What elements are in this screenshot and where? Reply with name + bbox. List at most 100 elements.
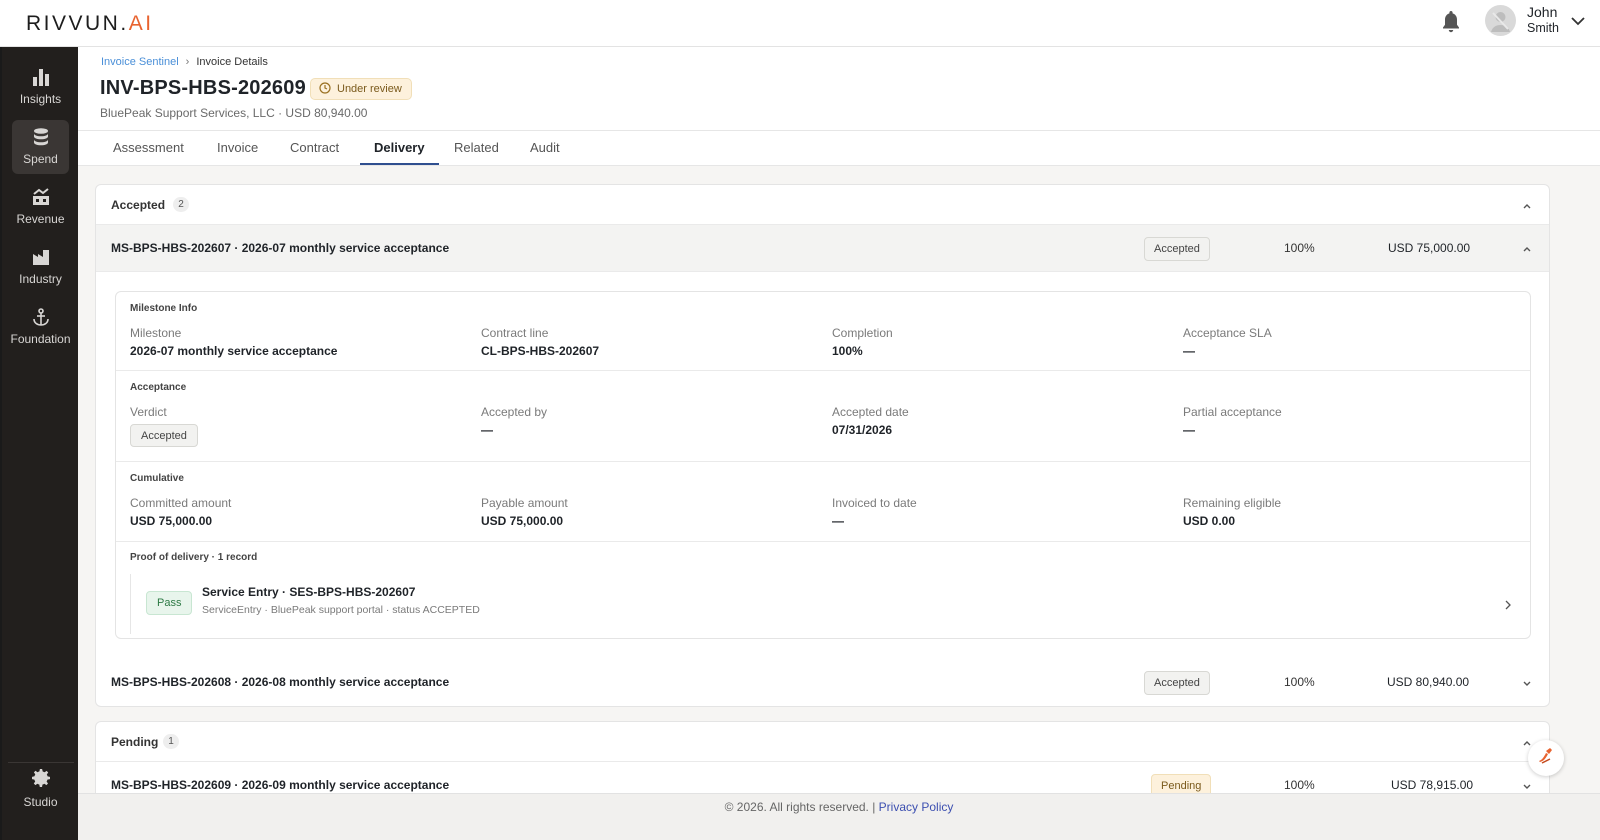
field-value: — bbox=[1183, 344, 1195, 358]
assistant-fab[interactable] bbox=[1528, 740, 1564, 776]
milestone-amount: USD 78,915.00 bbox=[1391, 778, 1474, 792]
field-verdict: Verdict Accepted bbox=[130, 405, 460, 447]
field-value: USD 75,000.00 bbox=[481, 514, 564, 528]
sidebar-item-revenue[interactable]: Revenue bbox=[12, 180, 69, 234]
user-last-name: Smith bbox=[1527, 21, 1559, 35]
proof-of-delivery-section: Proof of delivery · 1 record Pass Servic… bbox=[116, 542, 1530, 638]
field-payable-amount: Payable amount USD 75,000.00 bbox=[481, 496, 811, 528]
accepted-group: Accepted 2 MS-BPS-HBS-202607 · 2026-07 m… bbox=[95, 184, 1550, 707]
notification-bell-icon[interactable] bbox=[1439, 9, 1463, 35]
copyright-text: © 2026. All rights reserved. | bbox=[724, 800, 876, 814]
field-accepted-by: Accepted by — bbox=[481, 405, 811, 437]
privacy-policy-link[interactable]: Privacy Policy bbox=[879, 800, 954, 814]
field-value: — bbox=[1183, 423, 1195, 437]
count-badge: 2 bbox=[173, 197, 189, 212]
top-bar: RIVVUN.AI John Smith bbox=[0, 0, 1600, 47]
main-content: Invoice Sentinel › Invoice Details INV-B… bbox=[78, 47, 1600, 840]
status-badge: Accepted bbox=[1144, 237, 1210, 261]
milestone-amount: USD 80,940.00 bbox=[1387, 675, 1470, 689]
breadcrumb-link[interactable]: Invoice Sentinel bbox=[101, 56, 179, 68]
field-label: Invoiced to date bbox=[832, 496, 917, 510]
tab-contract[interactable]: Contract bbox=[290, 140, 339, 155]
field-label: Contract line bbox=[481, 326, 549, 340]
verdict-badge: Accepted bbox=[130, 424, 198, 447]
field-label: Verdict bbox=[130, 405, 167, 419]
clock-icon bbox=[319, 81, 331, 97]
field-value: USD 0.00 bbox=[1183, 514, 1236, 528]
tab-related[interactable]: Related bbox=[454, 140, 499, 155]
section-title: Milestone Info bbox=[130, 303, 198, 314]
chevron-up-icon[interactable] bbox=[1521, 199, 1533, 211]
acceptance-section: Acceptance Verdict Accepted Accepted by … bbox=[116, 371, 1530, 462]
footer-text: © 2026. All rights reserved. | Privacy P… bbox=[78, 800, 1600, 814]
user-name[interactable]: John Smith bbox=[1527, 4, 1559, 36]
proof-record[interactable]: Pass Service Entry · SES-BPS-HBS-202607 … bbox=[130, 574, 1516, 634]
field-value: 2026-07 monthly service acceptance bbox=[130, 344, 338, 358]
milestone-name: MS-BPS-HBS-202609 · 2026-09 monthly serv… bbox=[111, 778, 450, 792]
tab-invoice[interactable]: Invoice bbox=[217, 140, 258, 155]
chevron-down-icon[interactable] bbox=[1521, 779, 1533, 791]
field-label: Accepted by bbox=[481, 405, 548, 419]
count-badge: 1 bbox=[163, 734, 179, 749]
field-value: USD 75,000.00 bbox=[130, 514, 213, 528]
record-subtitle: ServiceEntry · BluePeak support portal ·… bbox=[202, 604, 480, 616]
record-title: Service Entry · SES-BPS-HBS-202607 bbox=[202, 585, 416, 599]
page-header: Invoice Sentinel › Invoice Details INV-B… bbox=[78, 47, 1600, 131]
tab-assessment[interactable]: Assessment bbox=[113, 140, 184, 155]
sidebar: Insights Spend Revenue Industry Foundati… bbox=[0, 47, 78, 840]
completion-percent: 100% bbox=[1284, 778, 1315, 792]
field-milestone: Milestone 2026-07 monthly service accept… bbox=[130, 326, 460, 358]
group-header[interactable]: Pending 1 bbox=[96, 722, 1549, 762]
page-title: INV-BPS-HBS-202609 bbox=[100, 77, 306, 99]
group-header[interactable]: Accepted 2 bbox=[96, 185, 1549, 225]
database-icon bbox=[30, 126, 52, 148]
completion-percent: 100% bbox=[1284, 241, 1315, 255]
tab-bar: Assessment Invoice Contract Delivery Rel… bbox=[78, 131, 1600, 166]
pass-badge: Pass bbox=[146, 591, 193, 615]
status-badge-label: Under review bbox=[337, 83, 402, 95]
field-partial-acceptance: Partial acceptance — bbox=[1183, 405, 1513, 437]
tab-audit[interactable]: Audit bbox=[530, 140, 560, 155]
chevron-down-icon[interactable] bbox=[1570, 14, 1586, 26]
milestone-row[interactable]: MS-BPS-HBS-202608 · 2026-08 monthly serv… bbox=[96, 659, 1549, 706]
gear-icon bbox=[28, 765, 54, 791]
active-tab-indicator bbox=[360, 163, 439, 165]
milestone-name: MS-BPS-HBS-202608 · 2026-08 monthly serv… bbox=[111, 675, 450, 689]
field-label: Partial acceptance bbox=[1183, 405, 1282, 419]
footer: © 2026. All rights reserved. | Privacy P… bbox=[78, 793, 1600, 840]
field-remaining-eligible: Remaining eligible USD 0.00 bbox=[1183, 496, 1513, 528]
field-contract-line: Contract line CL-BPS-HBS-202607 bbox=[481, 326, 811, 358]
page-subtitle: BluePeak Support Services, LLC · USD 80,… bbox=[100, 106, 368, 120]
cumulative-section: Cumulative Committed amount USD 75,000.0… bbox=[116, 462, 1530, 542]
chevron-up-icon[interactable] bbox=[1521, 242, 1533, 254]
field-value: — bbox=[481, 423, 493, 437]
section-title: Cumulative bbox=[130, 473, 184, 484]
chevron-down-icon[interactable] bbox=[1521, 676, 1533, 688]
field-label: Acceptance SLA bbox=[1183, 326, 1272, 340]
section-title: Proof of delivery · 1 record bbox=[130, 552, 258, 563]
sidebar-item-label: Spend bbox=[23, 152, 58, 166]
sidebar-item-foundation[interactable]: Foundation bbox=[10, 300, 71, 354]
avatar[interactable] bbox=[1485, 5, 1516, 36]
sidebar-item-label: Foundation bbox=[10, 332, 71, 346]
milestone-row[interactable]: MS-BPS-HBS-202607 · 2026-07 monthly serv… bbox=[96, 225, 1549, 272]
field-label: Milestone bbox=[130, 326, 182, 340]
field-value: — bbox=[832, 514, 844, 528]
breadcrumb-current: Invoice Details bbox=[196, 56, 268, 68]
field-committed-amount: Committed amount USD 75,000.00 bbox=[130, 496, 460, 528]
brand-logo[interactable]: RIVVUN.AI bbox=[26, 12, 154, 36]
sidebar-item-industry[interactable]: Industry bbox=[12, 240, 69, 294]
group-title: Pending bbox=[111, 735, 159, 749]
tab-delivery[interactable]: Delivery bbox=[374, 140, 425, 155]
revenue-icon bbox=[30, 186, 52, 208]
field-value: 07/31/2026 bbox=[832, 423, 893, 437]
field-label: Remaining eligible bbox=[1183, 496, 1282, 510]
milestone-info-section: Milestone Info Milestone 2026-07 monthly… bbox=[116, 292, 1530, 371]
sidebar-item-studio[interactable]: Studio bbox=[12, 759, 69, 813]
chevron-right-icon[interactable] bbox=[1503, 598, 1513, 610]
sidebar-item-insights[interactable]: Insights bbox=[12, 60, 69, 114]
sidebar-item-label: Studio bbox=[23, 795, 58, 809]
sidebar-item-spend[interactable]: Spend bbox=[12, 120, 69, 174]
breadcrumb: Invoice Sentinel › Invoice Details bbox=[101, 56, 268, 68]
status-badge: Accepted bbox=[1144, 671, 1210, 695]
